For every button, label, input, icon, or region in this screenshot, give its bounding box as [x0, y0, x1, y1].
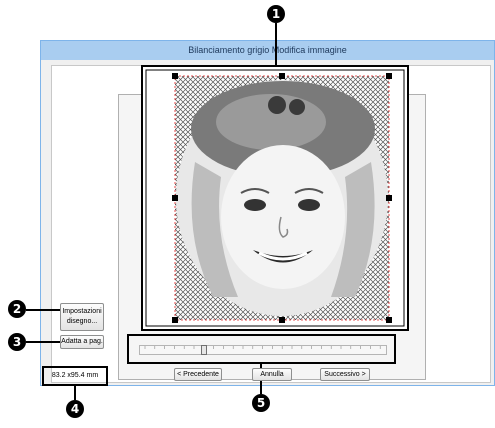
- size-readout-box: 83.2 x95.4 mm: [42, 366, 108, 386]
- callout-4-leader: [74, 386, 76, 400]
- slider-ticks: [144, 346, 381, 349]
- resize-handle-bottom-right: [386, 317, 392, 323]
- next-button[interactable]: Successivo >: [320, 368, 370, 381]
- resize-handle-middle-left: [172, 195, 178, 201]
- size-readout: 83.2 x95.4 mm: [51, 372, 99, 379]
- callout-3: 3: [8, 333, 26, 351]
- resize-handle-middle-right: [386, 195, 392, 201]
- window-title: Bilanciamento grigio Modifica immagine: [41, 41, 494, 60]
- resize-handle-bottom-center: [279, 317, 285, 323]
- callout-3-leader: [26, 341, 60, 343]
- image-settings-button[interactable]: Impostazioni disegno...: [60, 303, 104, 331]
- callout-2-leader: [26, 309, 60, 311]
- callout-2: 2: [8, 300, 26, 318]
- slider-thumb[interactable]: [200, 345, 207, 355]
- resize-handle-top-left: [172, 73, 178, 79]
- resize-handle-top-center: [279, 73, 285, 79]
- callout-4: 4: [66, 400, 84, 418]
- image-settings-button-label-1: Impostazioni: [62, 308, 102, 315]
- callout-5: 5: [252, 394, 270, 412]
- callout-1: 1: [267, 5, 285, 23]
- cancel-button[interactable]: Annulla: [252, 368, 292, 381]
- callout-1-leader: [275, 23, 277, 65]
- image-preview[interactable]: [143, 67, 407, 329]
- slider-track[interactable]: [139, 345, 387, 355]
- slider-box: [127, 334, 396, 364]
- image-preview-box: [141, 65, 409, 331]
- resize-handle-top-right: [386, 73, 392, 79]
- image-settings-button-label-2: disegno...: [66, 318, 98, 325]
- fit-page-button[interactable]: Adatta a pag.: [60, 335, 104, 349]
- previous-button[interactable]: < Precedente: [174, 368, 222, 381]
- resize-handle-bottom-left: [172, 317, 178, 323]
